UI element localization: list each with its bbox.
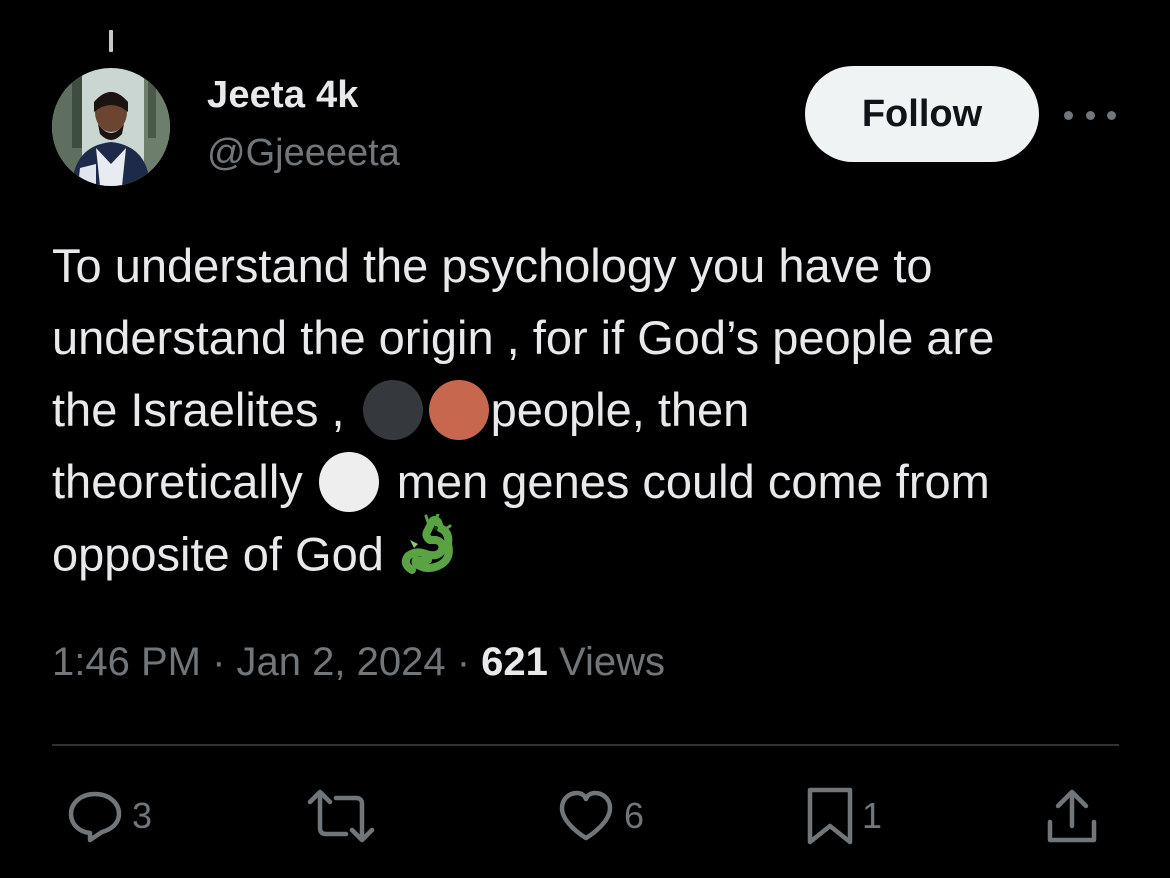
repost-icon	[306, 788, 376, 844]
repost-button[interactable]	[306, 788, 384, 844]
thread-connector-line	[109, 30, 113, 52]
brown-circle-emoji	[428, 379, 489, 440]
tweet-text-segment: theoretically	[52, 455, 303, 508]
bookmark-button[interactable]: 1	[806, 786, 883, 846]
reply-count: 3	[132, 795, 153, 836]
tweet-time[interactable]: 1:46 PM	[52, 640, 201, 684]
like-button[interactable]: 6	[556, 788, 644, 844]
bookmark-icon	[806, 786, 854, 846]
divider	[52, 744, 1119, 746]
views-label: Views	[547, 640, 665, 684]
heart-icon	[556, 788, 616, 844]
more-options-icon[interactable]	[1064, 100, 1116, 130]
tweet-line: understand the origin , for if God’s peo…	[52, 302, 1132, 374]
share-icon	[1044, 788, 1100, 844]
reply-icon	[66, 788, 124, 844]
share-button[interactable]	[1044, 788, 1100, 844]
dot	[1085, 110, 1095, 120]
tweet-text-segment: people, then	[490, 383, 750, 436]
avatar[interactable]	[52, 68, 170, 186]
tweet-line: To understand the psychology you have to	[52, 230, 1132, 302]
dragon-emoji	[398, 512, 456, 594]
like-count: 6	[624, 795, 645, 836]
author-handle[interactable]: @Gjeeeeta	[207, 132, 400, 175]
tweet-text: To understand the psychology you have to…	[52, 230, 1132, 590]
tweet-text-segment: understand the origin , for if God’s peo…	[52, 311, 995, 364]
bookmark-count: 1	[862, 795, 883, 836]
black-circle-emoji	[362, 379, 423, 440]
dot	[1064, 110, 1073, 120]
tweet-line: opposite of God	[52, 512, 1132, 590]
meta-separator: ·	[445, 640, 482, 684]
tweet-line: the Israelites , people, then	[52, 374, 1132, 446]
tweet-text-segment: opposite of God	[52, 527, 384, 581]
tweet-line: theoretically men genes could come from	[52, 446, 1132, 518]
author-display-name[interactable]: Jeeta 4k	[207, 74, 359, 117]
dot	[1107, 110, 1116, 120]
tweet-text-segment: To understand the psychology you have to	[52, 239, 933, 292]
follow-button[interactable]: Follow	[805, 66, 1039, 162]
meta-separator: ·	[200, 640, 237, 684]
white-circle-emoji	[318, 451, 379, 512]
tweet-text-segment: men genes could come from	[396, 455, 990, 508]
tweet-meta: 1:46 PM · Jan 2, 2024 · 621 Views	[52, 640, 665, 685]
views-count: 621	[481, 640, 548, 684]
reply-button[interactable]: 3	[66, 788, 152, 844]
tweet-text-segment: the Israelites ,	[52, 383, 345, 436]
tweet-date[interactable]: Jan 2, 2024	[237, 640, 446, 684]
